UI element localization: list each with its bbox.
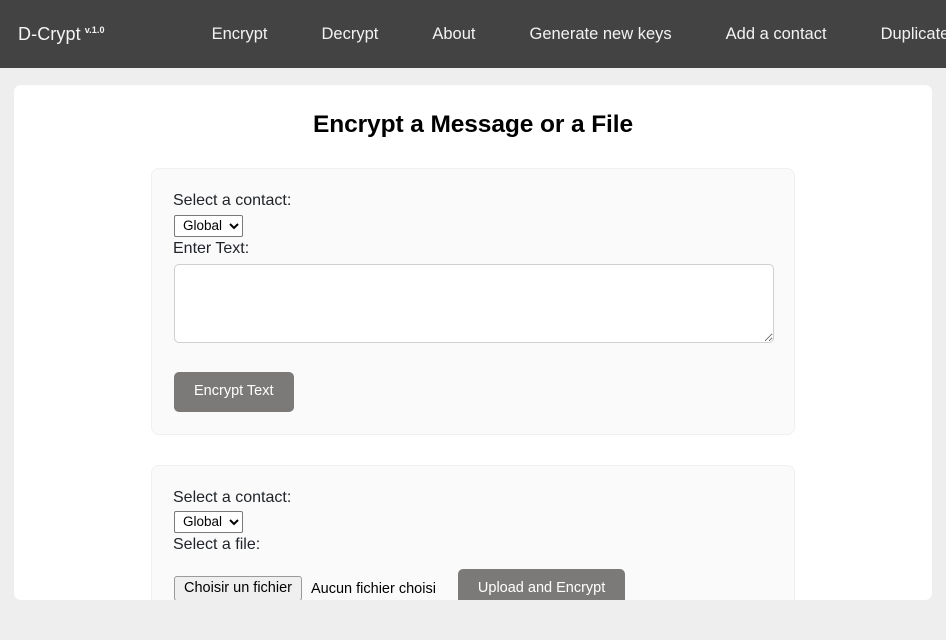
nav-link-add-a-contact[interactable]: Add a contact [726, 19, 827, 50]
file-status-text: Aucun fichier choisi [311, 580, 436, 597]
text-contact-select[interactable]: Global [174, 214, 243, 237]
nav-link-encrypt[interactable]: Encrypt [212, 19, 268, 50]
brand-name: D-Crypt [18, 23, 81, 44]
page-title: Encrypt a Message or a File [312, 111, 633, 138]
nav-item-duplicate-d-crypt: Duplicate D-Crypt [881, 19, 946, 50]
encrypt-file-card: Select a contact: Global Select a file: … [151, 464, 795, 600]
nav-link-generate-new-keys[interactable]: Generate new keys [529, 19, 671, 50]
file-contact-label: Select a contact: [173, 488, 292, 506]
select-file-label: Select a file: [173, 536, 261, 554]
top-navbar: D-Crypt v.1.0 Encrypt Decrypt About Gene… [0, 0, 946, 68]
nav-link-decrypt[interactable]: Decrypt [322, 19, 379, 50]
nav-item-about: About [432, 19, 529, 50]
choose-file-button[interactable]: Choisir un fichier [174, 576, 302, 600]
upload-and-encrypt-button[interactable]: Upload and Encrypt [457, 568, 626, 600]
file-input-row: Choisir un fichier Aucun fichier choisi … [174, 568, 773, 600]
nav-item-decrypt: Decrypt [322, 19, 433, 50]
nav-item-encrypt: Encrypt [212, 19, 322, 50]
brand-version-label: v.1.0 [84, 24, 105, 35]
nav-links: Encrypt Decrypt About Generate new keys … [212, 19, 946, 50]
file-contact-select[interactable]: Global [174, 511, 243, 534]
enter-text-label: Enter Text: [173, 239, 250, 257]
main-content-container: Encrypt a Message or a File Select a con… [14, 85, 932, 600]
nav-item-generate-new-keys: Generate new keys [529, 19, 725, 50]
nav-link-duplicate-d-crypt[interactable]: Duplicate D-Crypt [881, 19, 946, 50]
message-textarea[interactable] [174, 264, 774, 344]
text-contact-label: Select a contact: [173, 192, 292, 209]
nav-item-add-a-contact: Add a contact [726, 19, 881, 50]
encrypt-text-card: Select a contact: Global Enter Text: Enc… [151, 168, 795, 435]
file-input[interactable]: Choisir un fichier Aucun fichier choisi [174, 576, 436, 600]
brand-logo[interactable]: D-Crypt v.1.0 [18, 24, 105, 45]
encrypt-text-button[interactable]: Encrypt Text [174, 372, 294, 412]
nav-link-about[interactable]: About [432, 19, 475, 50]
